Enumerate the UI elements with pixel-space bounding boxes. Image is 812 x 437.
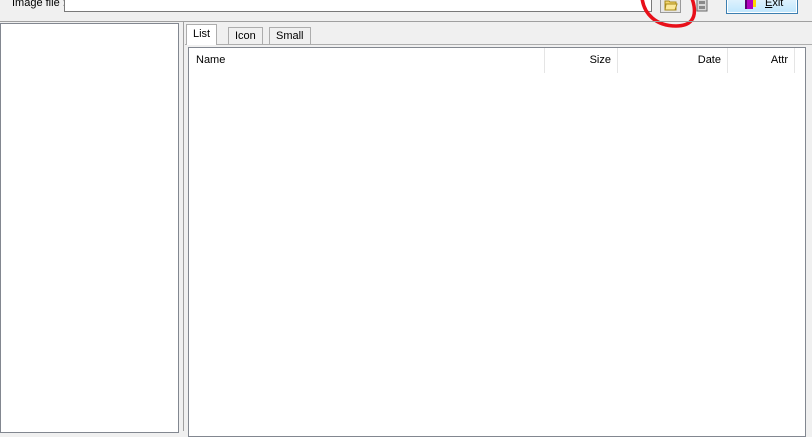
- exit-door-icon: [745, 0, 756, 9]
- tab-strip-line: [185, 44, 812, 45]
- tab-icon[interactable]: Icon: [228, 27, 263, 44]
- column-header-size[interactable]: Size: [545, 48, 618, 73]
- image-file-label: Image file :: [12, 0, 66, 9]
- image-file-input[interactable]: [64, 0, 652, 12]
- column-header-attr[interactable]: Attr: [728, 48, 795, 73]
- tab-list[interactable]: List: [186, 24, 218, 45]
- exit-button-label: Exit: [765, 0, 784, 9]
- file-list-view[interactable]: [188, 47, 806, 437]
- column-header-date[interactable]: Date: [618, 48, 728, 73]
- column-header-name[interactable]: Name: [189, 48, 545, 73]
- folder-tree-panel[interactable]: [0, 23, 179, 433]
- exit-button[interactable]: Exit: [726, 0, 798, 14]
- tab-small[interactable]: Small: [269, 27, 311, 44]
